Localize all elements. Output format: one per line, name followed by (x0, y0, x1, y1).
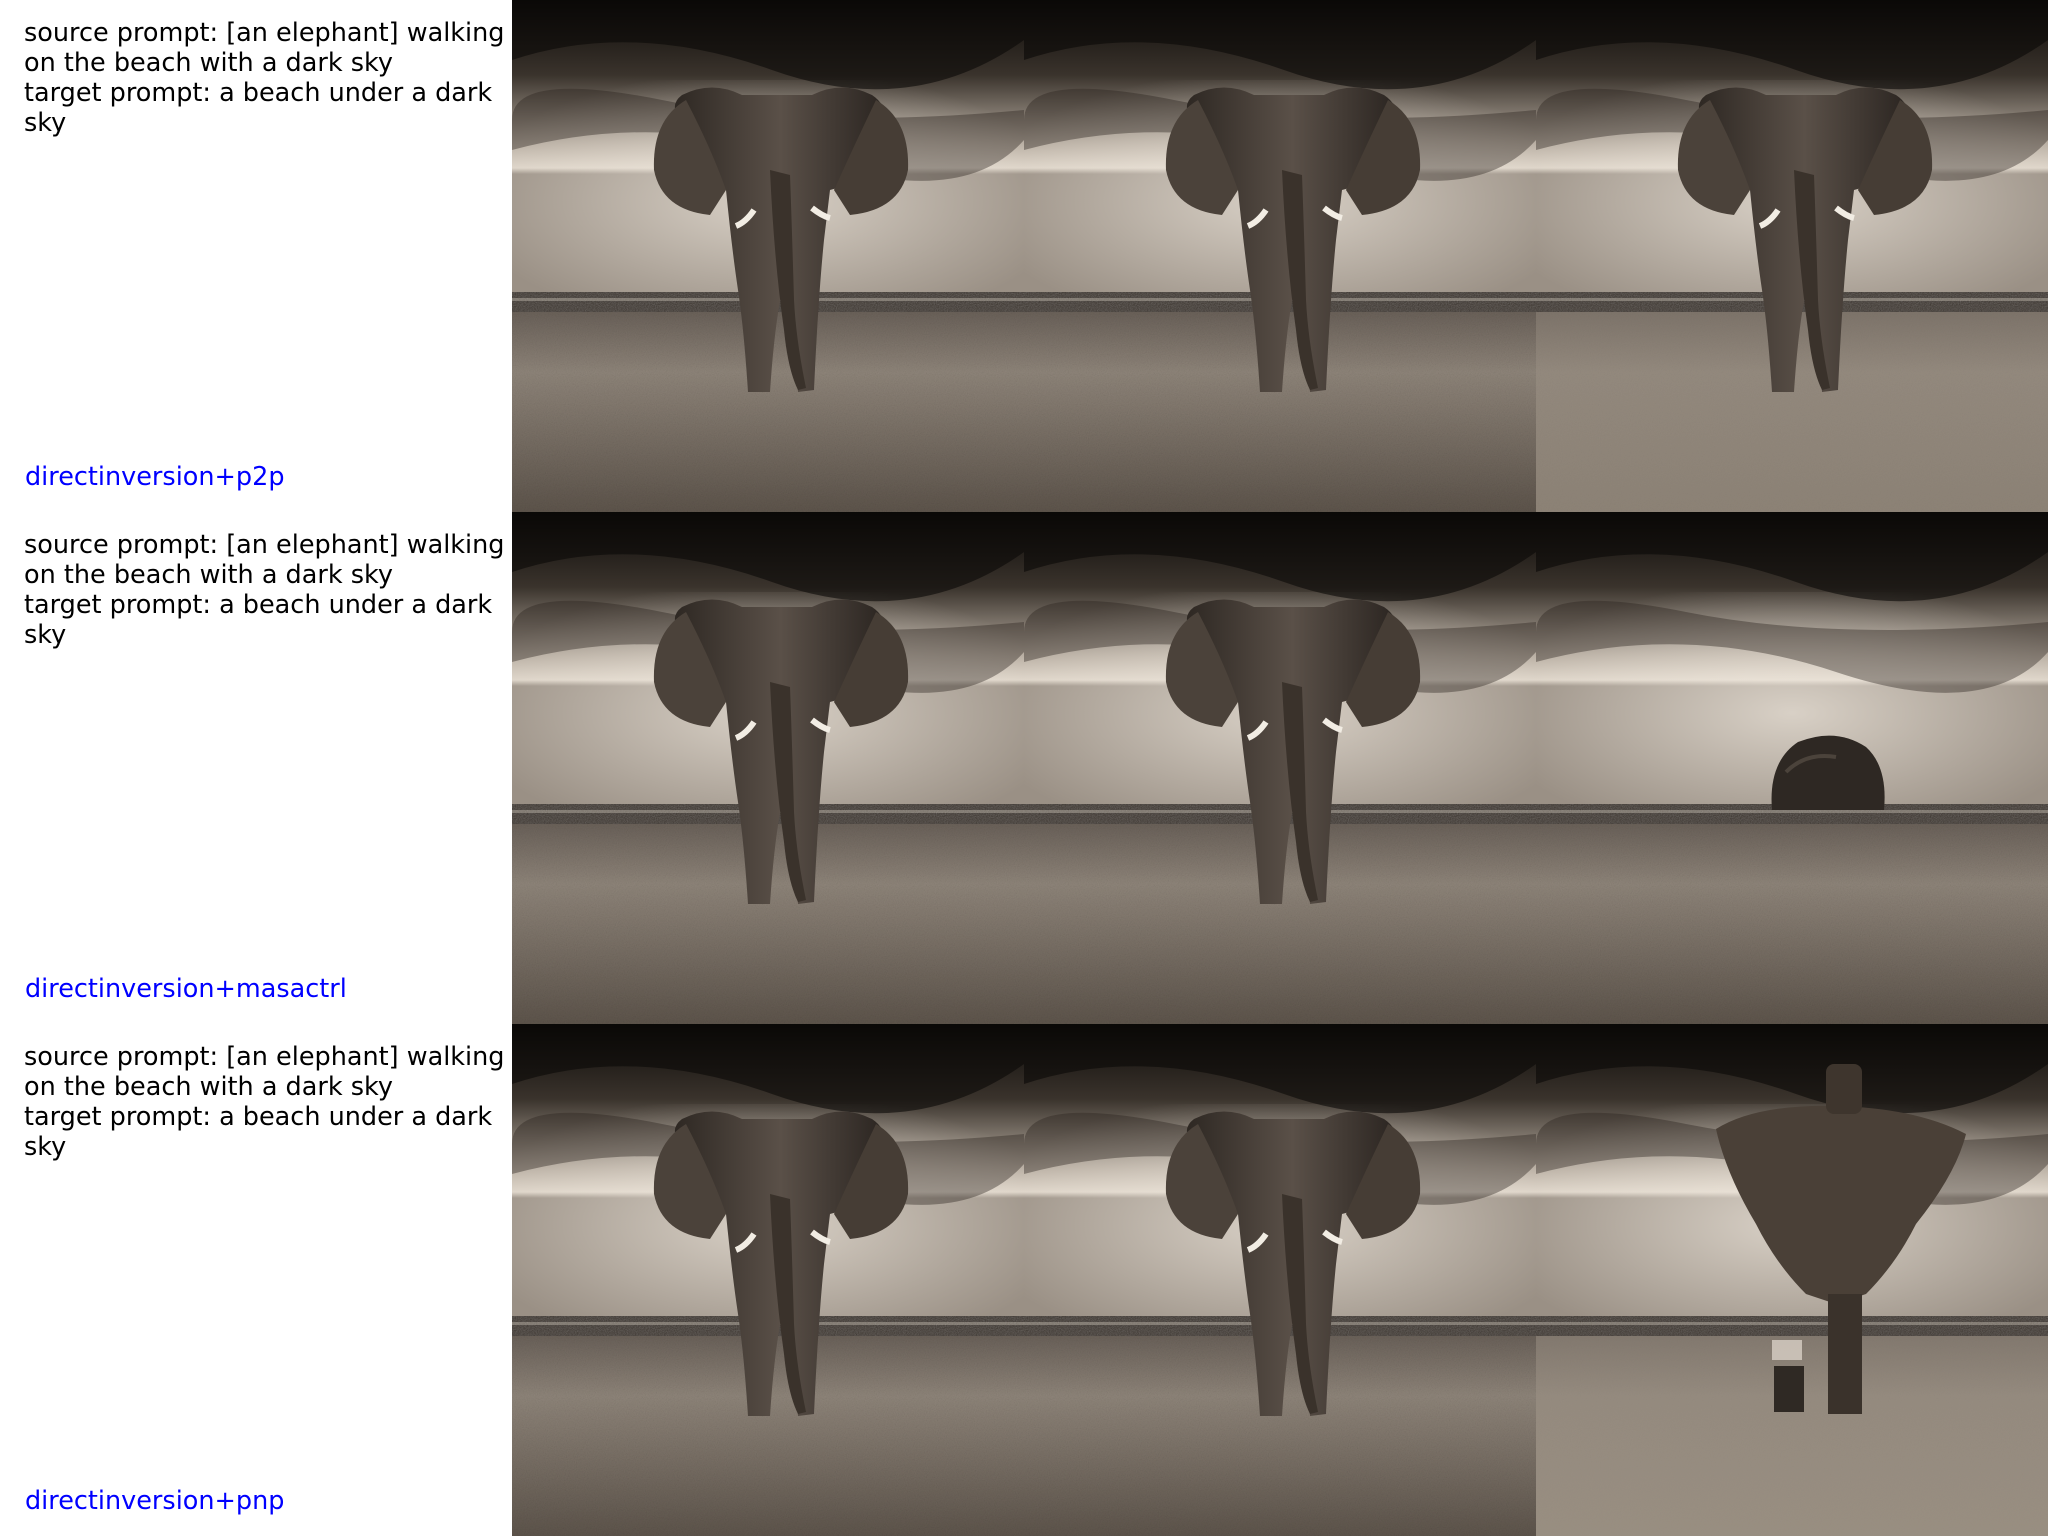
source-image (512, 512, 1024, 1024)
result-row: source prompt: [an elephant] walking on … (0, 0, 2048, 512)
prompt-text: source prompt: [an elephant] walking on … (24, 1042, 506, 1162)
reconstruction-image (1024, 0, 1536, 512)
source-prompt: source prompt: [an elephant] walking on … (24, 1042, 513, 1102)
target-prompt: target prompt: a beach under a dark sky (24, 590, 501, 650)
edited-image (1536, 512, 2048, 1024)
prompt-text: source prompt: [an elephant] walking on … (24, 18, 506, 138)
prompt-text: source prompt: [an elephant] walking on … (24, 530, 506, 650)
source-prompt: source prompt: [an elephant] walking on … (24, 18, 513, 78)
result-row: source prompt: [an elephant] walking on … (0, 1024, 2048, 1536)
label-cell: source prompt: [an elephant] walking on … (0, 512, 512, 1024)
source-image (512, 1024, 1024, 1536)
comparison-grid: source prompt: [an elephant] walking on … (0, 0, 2048, 1536)
label-cell: source prompt: [an elephant] walking on … (0, 1024, 512, 1536)
edited-image (1536, 0, 2048, 512)
method-label: directinversion+p2p (25, 462, 285, 492)
source-prompt: source prompt: [an elephant] walking on … (24, 530, 513, 590)
method-label: directinversion+masactrl (25, 974, 347, 1004)
target-prompt: target prompt: a beach under a dark sky (24, 78, 501, 138)
edited-image (1536, 1024, 2048, 1536)
result-row: source prompt: [an elephant] walking on … (0, 512, 2048, 1024)
target-prompt: target prompt: a beach under a dark sky (24, 1102, 501, 1162)
source-image (512, 0, 1024, 512)
method-label: directinversion+pnp (25, 1486, 285, 1516)
reconstruction-image (1024, 1024, 1536, 1536)
label-cell: source prompt: [an elephant] walking on … (0, 0, 512, 512)
reconstruction-image (1024, 512, 1536, 1024)
